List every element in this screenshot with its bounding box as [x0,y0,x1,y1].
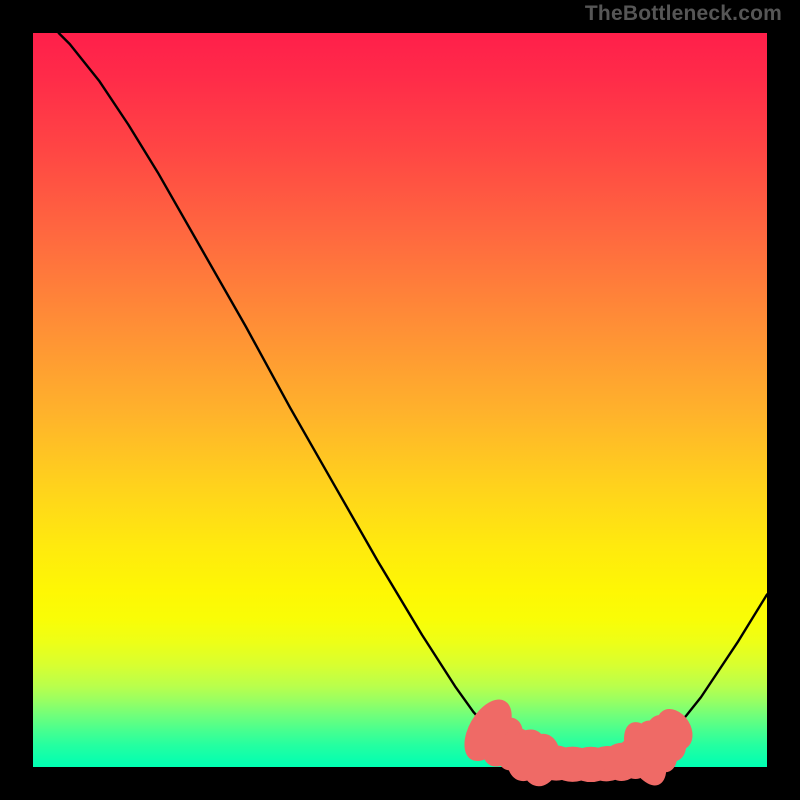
attribution-text: TheBottleneck.com [585,2,782,26]
curve-svg [33,33,767,767]
plot-area [33,33,767,767]
chart-container: TheBottleneck.com [0,0,800,800]
data-markers [455,692,700,792]
bottleneck-curve [59,33,767,764]
